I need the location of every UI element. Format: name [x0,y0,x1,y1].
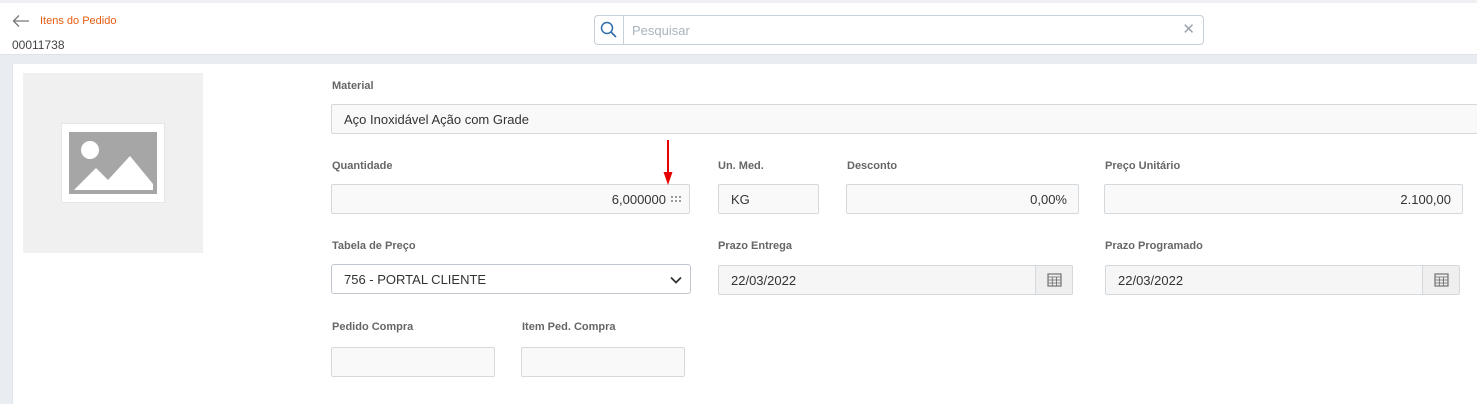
quantidade-field[interactable]: 6,000000 [331,184,690,214]
preco-unitario-field[interactable]: 2.100,00 [1104,184,1463,214]
prazo-entrega-field[interactable]: 22/03/2022 [718,265,1073,295]
preco-unitario-value: 2.100,00 [1400,192,1451,207]
item-detail-panel: Material Aço Inoxidável Ação com Grade Q… [12,64,1477,404]
material-value: Aço Inoxidável Ação com Grade [344,112,529,127]
prazo-entrega-calendar-button[interactable] [1035,266,1072,294]
prazo-programado-calendar-button[interactable] [1422,266,1459,294]
product-image [23,73,203,253]
image-placeholder-frame [61,123,165,203]
clear-icon[interactable]: ✕ [1182,22,1195,37]
tabela-preco-value: 756 - PORTAL CLIENTE [344,272,487,287]
calendar-icon [1434,273,1449,287]
search-input[interactable] [632,19,1172,41]
item-ped-compra-label: Item Ped. Compra [522,321,616,333]
item-ped-compra-field[interactable] [521,347,685,377]
annotation-arrow-icon [663,140,673,185]
material-label: Material [332,80,374,92]
desconto-field[interactable]: 0,00% [846,184,1079,214]
pedido-compra-field[interactable] [331,347,495,377]
prazo-programado-value: 22/03/2022 [1118,273,1184,288]
chevron-down-icon [670,276,682,284]
unidade-field[interactable]: KG [718,184,819,214]
quantidade-label: Quantidade [332,160,393,172]
material-field[interactable]: Aço Inoxidável Ação com Grade [331,104,1477,134]
search-box: ✕ [594,15,1204,45]
grid-dots-icon[interactable] [671,196,683,204]
search-icon [600,21,617,38]
prazo-programado-label: Prazo Programado [1105,240,1203,252]
preco-unitario-label: Preço Unitário [1105,160,1181,172]
search-button[interactable] [595,16,624,44]
pedido-compra-label: Pedido Compra [332,321,414,333]
quantidade-value: 6,000000 [611,192,666,207]
top-bar: Itens do Pedido 00011738 ✕ [0,0,1477,55]
desconto-value: 0,00% [1030,192,1067,207]
prazo-entrega-value: 22/03/2022 [731,273,797,288]
back-arrow-icon[interactable] [12,14,30,28]
unidade-value: KG [731,192,750,207]
unidade-label: Un. Med. [718,160,764,172]
image-placeholder-icon [69,132,157,194]
prazo-entrega-label: Prazo Entrega [718,240,792,252]
tabela-preco-select[interactable]: 756 - PORTAL CLIENTE [331,264,691,294]
desconto-label: Desconto [847,160,898,172]
top-strip [0,0,1477,3]
breadcrumb[interactable]: Itens do Pedido [40,15,116,27]
calendar-icon [1047,273,1062,287]
order-number: 00011738 [12,38,65,52]
tabela-preco-label: Tabela de Preço [332,240,416,252]
prazo-programado-field[interactable]: 22/03/2022 [1105,265,1460,295]
